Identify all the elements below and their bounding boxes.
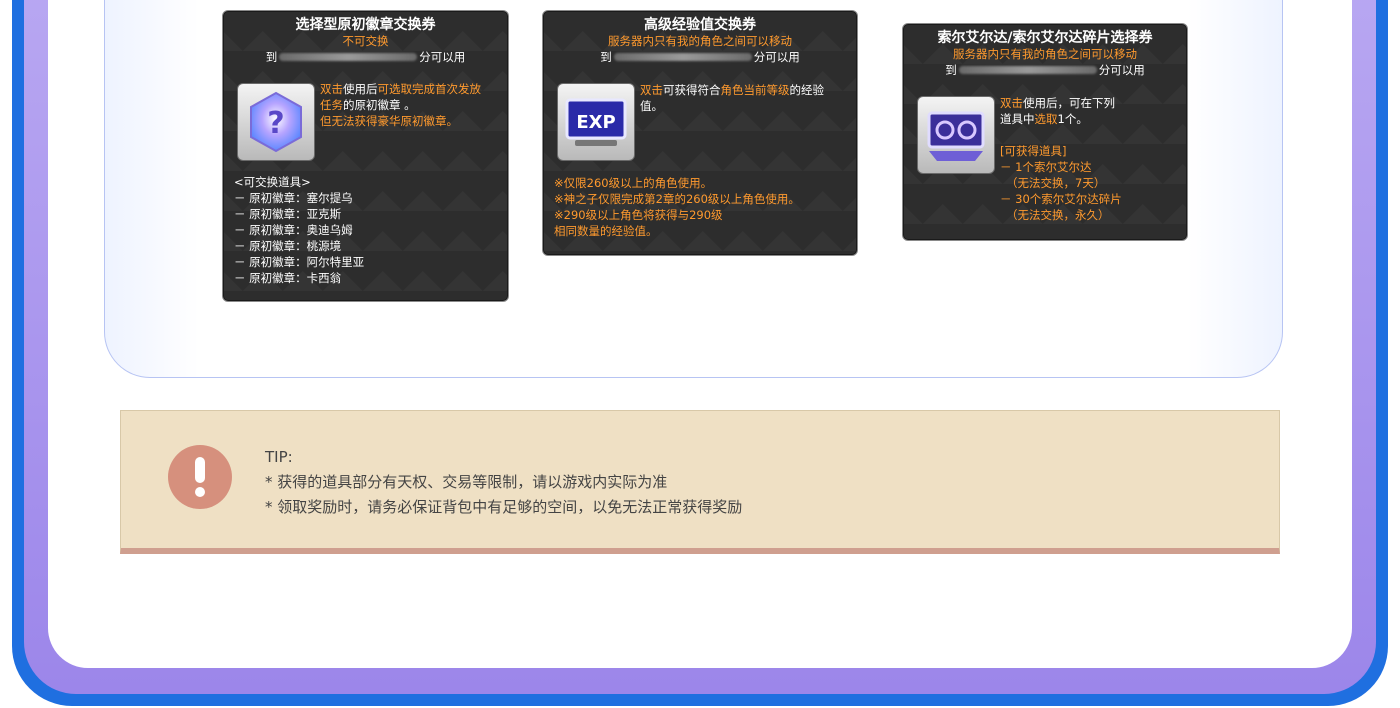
tip-line: * 领取奖励时，请务必保证背包中有足够的空间，以免无法正常获得奖励 <box>265 498 743 516</box>
card-title: 索尔艾尔达/索尔艾尔达碎片选择券 <box>937 30 1153 46</box>
tip-heading: TIP: <box>265 448 293 466</box>
tip-box: TIP: * 获得的道具部分有天权、交易等限制，请以游戏内实际为准 * 领取奖励… <box>120 410 1280 554</box>
card-description: 双击可获得符合角色当前等级的经验 值。 <box>640 83 824 113</box>
list-item: （无法交换，永久） <box>1006 208 1110 222</box>
card-subtitle: 服务器内只有我的角色之间可以移动 <box>608 34 792 48</box>
note-item: 相同数量的经验值。 <box>554 224 658 238</box>
exp-label: EXP <box>576 112 615 133</box>
note-item: ※290级以上角色将获得与290级 <box>554 208 723 222</box>
tooltip-card-sol-erda: 索尔艾尔达/索尔艾尔达碎片选择券 服务器内只有我的角色之间可以移动 到 分可以用… <box>902 23 1188 241</box>
svg-text:?: ? <box>267 106 284 141</box>
list-item: （无法交换，7天） <box>1006 176 1106 190</box>
card-subtitle: 服务器内只有我的角色之间可以移动 <box>953 47 1137 61</box>
blurred-date <box>279 53 418 61</box>
note-item: ※仅限260级以上的角色使用。 <box>554 176 713 190</box>
card-description: 双击使用后可选取完成首次发放 任务的原初徽章 。 但无法获得豪华原初徽章。 <box>320 82 481 128</box>
date-row: 到 分可以用 <box>600 50 800 64</box>
list-item: － 原初徽章：塞尔提乌 <box>234 191 353 205</box>
tip-line: * 获得的道具部分有天权、交易等限制，请以游戏内实际为准 <box>265 473 668 491</box>
date-row: 到 分可以用 <box>945 63 1145 77</box>
card-title: 选择型原初徽章交换券 <box>295 17 436 33</box>
date-row: 到 分可以用 <box>265 50 466 64</box>
exp-icon: EXP <box>557 83 635 161</box>
badge-icon: ? <box>237 83 315 161</box>
tooltip-card-exp: 高级经验值交换券 服务器内只有我的角色之间可以移动 到 分可以用 EXP 双击可… <box>542 10 858 256</box>
note-item: ※神之子仅限完成第2章的260级以上角色使用。 <box>554 192 800 206</box>
list-item: － 30个索尔艾尔达碎片 <box>1000 192 1122 206</box>
list-item: － 原初徽章：亚克斯 <box>234 207 342 221</box>
exclamation-icon <box>168 445 232 509</box>
list-item: － 1个索尔艾尔达 <box>1000 160 1092 174</box>
tip-text: TIP: * 获得的道具部分有天权、交易等限制，请以游戏内实际为准 * 领取奖励… <box>265 445 742 520</box>
tooltip-card-badge: 选择型原初徽章交换券 不可交换 到 分可以用 ? 双击使用后可选取完成首次发放 … <box>222 10 509 302</box>
blurred-date <box>613 53 752 61</box>
card-description: 双击使用后，可在下列 道具中选取1个。 <box>1000 96 1115 126</box>
list-item: － 原初徽章：奥迪乌姆 <box>234 223 353 237</box>
list-item: － 原初徽章：桃源境 <box>234 239 342 253</box>
card-title: 高级经验值交换券 <box>644 17 756 33</box>
list-item: － 原初徽章：卡西翁 <box>234 271 342 285</box>
notes-list: ※仅限260级以上的角色使用。 ※神之子仅限完成第2章的260级以上角色使用。 … <box>554 175 800 239</box>
exchange-list: <可交换道具> － 原初徽章：塞尔提乌 － 原初徽章：亚克斯 － 原初徽章：奥迪… <box>234 175 365 285</box>
obtainable-list: [可获得道具] － 1个索尔艾尔达 （无法交换，7天） － 30个索尔艾尔达碎片… <box>1000 144 1122 222</box>
list-item: － 原初徽章：阿尔特里亚 <box>234 255 365 269</box>
card-subtitle: 不可交换 <box>342 34 389 48</box>
sol-erda-icon <box>917 96 995 174</box>
blurred-date <box>958 66 1097 74</box>
